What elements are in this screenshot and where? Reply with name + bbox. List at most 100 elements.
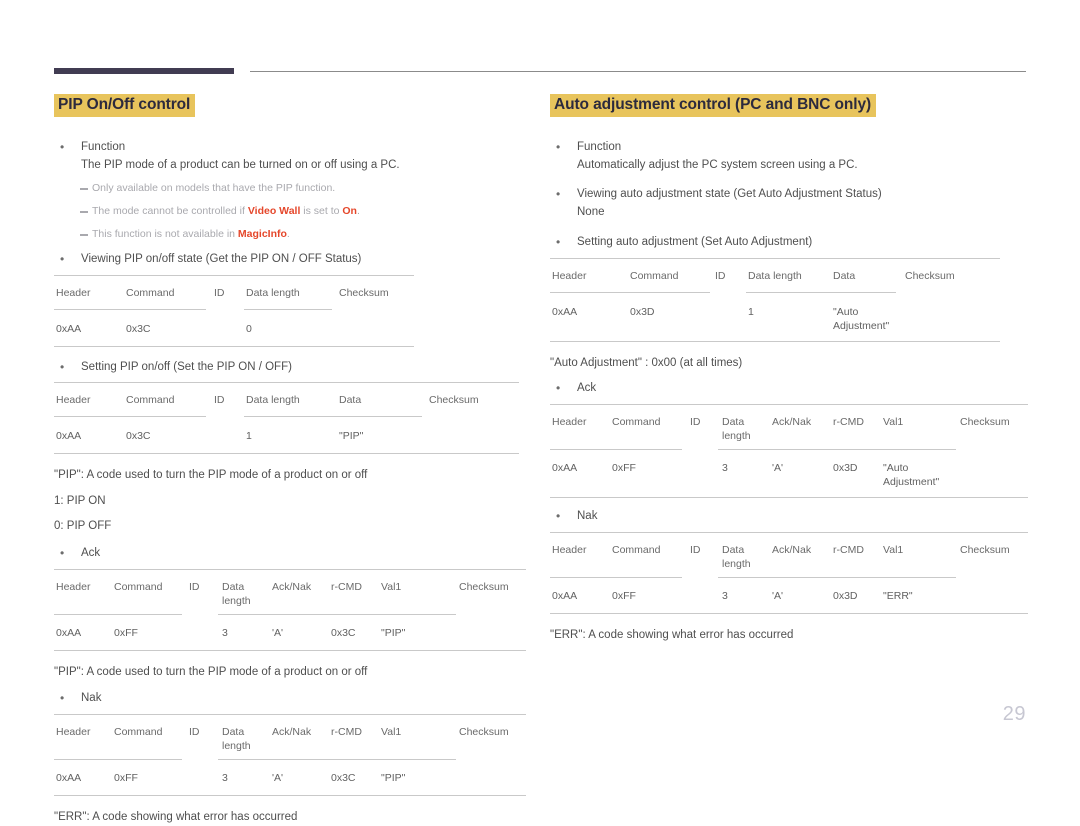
- th-command: Command: [630, 269, 679, 282]
- td-header: 0xAA: [56, 771, 82, 784]
- table-data-row: 0xAA 0x3C 0: [54, 312, 414, 346]
- th-header: Header: [56, 286, 91, 299]
- th-checksum: Checksum: [459, 581, 509, 594]
- td-command: 0x3C: [126, 322, 151, 335]
- th-val1: Val1: [381, 581, 402, 594]
- left-pip-on-value: 1: PIP ON: [54, 494, 106, 507]
- left-note-2-term-videowall: Video Wall: [247, 205, 301, 218]
- th-checksum: Checksum: [339, 286, 389, 299]
- th-id: ID: [189, 725, 200, 738]
- td-data-length: 3: [722, 462, 728, 475]
- left-nak-label: Nak: [54, 689, 534, 708]
- th-data-length: Data length: [722, 416, 751, 443]
- td-data-length: 1: [748, 305, 754, 318]
- th-header: Header: [552, 543, 587, 556]
- left-function-bullet: Function The PIP mode of a product can b…: [54, 138, 534, 175]
- td-data-length: 0: [246, 322, 252, 335]
- th-command: Command: [114, 581, 163, 594]
- td-command: 0xFF: [114, 771, 138, 784]
- page-header-rules: [54, 66, 1026, 76]
- header-underline-left: [550, 291, 710, 293]
- right-nak-label: Nak: [550, 507, 1030, 526]
- td-data: "Auto Adjustment": [833, 305, 890, 333]
- th-id: ID: [189, 581, 200, 594]
- td-r-cmd: 0x3D: [833, 589, 858, 602]
- left-pip-description-2: "PIP": A code used to turn the PIP mode …: [54, 666, 368, 679]
- right-err-description: "ERR": A code showing what error has occ…: [550, 628, 794, 641]
- td-header: 0xAA: [56, 322, 82, 335]
- td-val1: "PIP": [381, 627, 406, 640]
- td-r-cmd: 0x3D: [833, 462, 858, 475]
- left-note-2-pre: The mode cannot be controlled if: [92, 205, 248, 218]
- td-command: 0xFF: [612, 589, 636, 602]
- td-ack-nak: 'A': [272, 627, 284, 640]
- header-underline-right: [746, 291, 896, 293]
- th-val1: Val1: [883, 416, 904, 429]
- table-bottom-border: [550, 612, 1028, 614]
- td-header: 0xAA: [552, 305, 578, 318]
- table-header-row: Header Command ID Data length Ack/Nak r-…: [54, 570, 526, 616]
- header-underline-left: [54, 308, 206, 310]
- header-underline-right: [244, 308, 332, 310]
- th-ack-nak: Ack/Nak: [772, 416, 812, 429]
- right-ack-label: Ack: [550, 379, 1030, 398]
- th-id: ID: [715, 269, 726, 282]
- left-get-status-table: Header Command ID Data length Checksum 0…: [54, 274, 414, 347]
- right-section-heading: Auto adjustment control (PC and BNC only…: [550, 94, 877, 117]
- right-function-bullet: Function Automatically adjust the PC sys…: [550, 138, 1030, 175]
- table-bottom-border: [54, 794, 526, 796]
- td-header: 0xAA: [552, 462, 578, 475]
- th-id: ID: [690, 416, 701, 429]
- td-command: 0x3D: [630, 305, 655, 318]
- table-bottom-border: [54, 453, 519, 455]
- th-r-cmd: r-CMD: [331, 581, 362, 594]
- left-get-status-label: Viewing PIP on/off state (Get the PIP ON…: [54, 250, 534, 269]
- td-r-cmd: 0x3C: [331, 627, 356, 640]
- td-command: 0xFF: [612, 462, 636, 475]
- left-nak-table: Header Command ID Data length Ack/Nak r-…: [54, 713, 526, 796]
- table-data-row: 0xAA 0xFF 3 'A' 0x3C "PIP": [54, 616, 526, 650]
- header-rule-thin: [250, 71, 1026, 72]
- th-data-length: Data length: [222, 581, 251, 608]
- header-rule-thick: [54, 68, 234, 74]
- header-underline-left: [54, 416, 206, 418]
- th-val1: Val1: [381, 725, 402, 738]
- header-underline-right: [218, 614, 456, 616]
- table-data-row: 0xAA 0x3C 1 "PIP": [54, 419, 519, 453]
- td-ack-nak: 'A': [772, 589, 784, 602]
- table-bottom-border: [550, 340, 1000, 342]
- header-underline-left: [550, 576, 682, 578]
- th-checksum: Checksum: [429, 394, 479, 407]
- th-id: ID: [214, 394, 225, 407]
- table-data-row: 0xAA 0xFF 3 'A' 0x3C "PIP": [54, 761, 526, 795]
- th-data-length: Data length: [246, 394, 300, 407]
- th-checksum: Checksum: [459, 725, 509, 738]
- table-header-row: Header Command ID Data length Ack/Nak r-…: [550, 405, 1028, 451]
- td-header: 0xAA: [552, 589, 578, 602]
- td-data-length: 3: [222, 771, 228, 784]
- left-note-3-term-magicinfo: MagicInfo: [237, 227, 287, 240]
- left-note-2-term-on: On: [342, 205, 357, 218]
- left-ack-label: Ack: [54, 544, 534, 563]
- th-ack-nak: Ack/Nak: [272, 725, 312, 738]
- td-data-length: 1: [246, 430, 252, 443]
- left-column: PIP On/Off control Function The PIP mode…: [54, 94, 534, 826]
- table-data-row: 0xAA 0x3D 1 "Auto Adjustment": [550, 295, 1000, 341]
- table-header-row: Header Command ID Data length Data Check…: [550, 259, 1000, 295]
- header-underline-right: [718, 449, 956, 451]
- th-header: Header: [56, 725, 91, 738]
- left-note-3-post: .: [286, 227, 290, 240]
- right-get-status-label: Viewing auto adjustment state (Get Auto …: [577, 188, 882, 201]
- th-ack-nak: Ack/Nak: [272, 581, 312, 594]
- left-note-2: The mode cannot be controlled if Video W…: [54, 204, 534, 220]
- th-command: Command: [612, 543, 661, 556]
- table-header-row: Header Command ID Data length Ack/Nak r-…: [54, 715, 526, 761]
- th-command: Command: [126, 286, 175, 299]
- left-note-1-text: Only available on models that have the P…: [92, 182, 336, 195]
- left-ack-table: Header Command ID Data length Ack/Nak r-…: [54, 569, 526, 652]
- td-val1: "Auto Adjustment": [883, 462, 940, 489]
- document-page: PIP On/Off control Function The PIP mode…: [0, 0, 1080, 823]
- right-auto-adjustment-description: "Auto Adjustment" : 0x00 (at all times): [550, 356, 743, 369]
- left-note-2-mid: is set to: [300, 205, 343, 218]
- left-note-3-pre: This function is not available in: [92, 227, 238, 240]
